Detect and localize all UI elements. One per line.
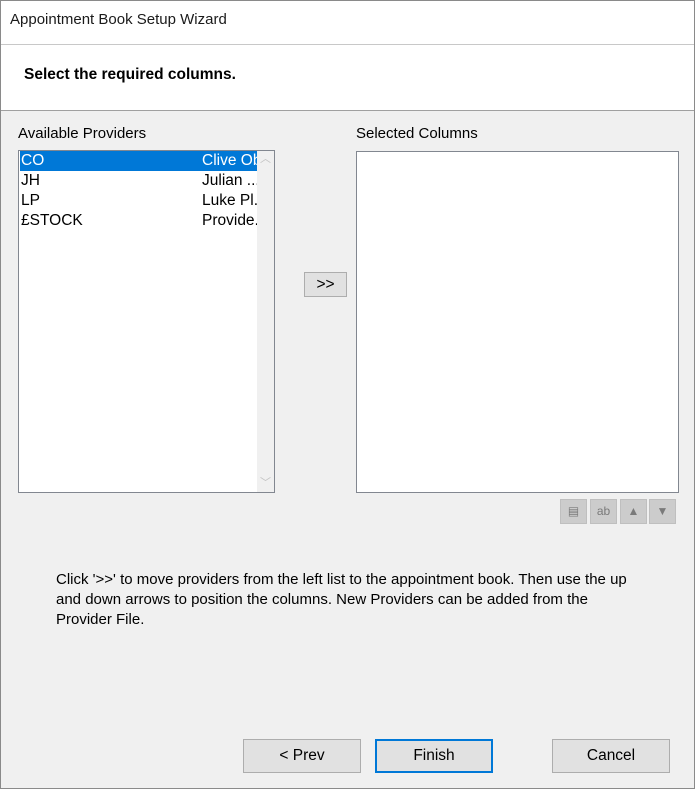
list-scrollbar[interactable]: ︿ ﹀	[257, 151, 274, 492]
available-providers-label: Available Providers	[18, 125, 147, 142]
provider-code: £STOCK	[21, 212, 83, 229]
help-text: Click '>>' to move providers from the le…	[56, 571, 627, 628]
rename-icon[interactable]: ab	[590, 499, 617, 524]
wizard-window: Appointment Book Setup Wizard Select the…	[0, 0, 695, 789]
window-title: Appointment Book Setup Wizard	[10, 11, 227, 28]
page-heading: Select the required columns.	[24, 66, 236, 83]
list-item[interactable]: LP Luke Pl...	[20, 191, 274, 211]
wizard-content: Available Providers CO Clive Obi JH Juli…	[1, 111, 694, 788]
properties-icon[interactable]: ▤	[560, 499, 587, 524]
arrow-down-icon[interactable]: ▼	[649, 499, 676, 524]
list-item[interactable]: CO Clive Obi	[20, 151, 274, 171]
arrow-up-icon[interactable]: ▲	[620, 499, 647, 524]
provider-code: JH	[21, 172, 40, 189]
wizard-header: Select the required columns.	[1, 45, 694, 111]
scroll-up-icon[interactable]: ︿	[257, 151, 274, 168]
selected-columns-list[interactable]	[356, 151, 679, 493]
scroll-down-icon[interactable]: ﹀	[257, 475, 274, 492]
available-providers-list[interactable]: CO Clive Obi JH Julian ... LP Luke Pl...…	[18, 150, 275, 493]
selected-columns-label: Selected Columns	[356, 125, 478, 142]
provider-name: Julian ...	[202, 172, 260, 189]
list-item[interactable]: £STOCK Provide...	[20, 211, 274, 231]
provider-code: LP	[21, 192, 40, 209]
provider-code: CO	[21, 152, 45, 169]
list-item[interactable]: JH Julian ...	[20, 171, 274, 191]
prev-button[interactable]: < Prev	[243, 739, 361, 773]
finish-button[interactable]: Finish	[375, 739, 493, 773]
cancel-button[interactable]: Cancel	[552, 739, 670, 773]
provider-name: Clive Obi	[202, 152, 265, 169]
move-right-button[interactable]: >>	[304, 272, 347, 297]
title-bar: Appointment Book Setup Wizard	[1, 1, 694, 45]
